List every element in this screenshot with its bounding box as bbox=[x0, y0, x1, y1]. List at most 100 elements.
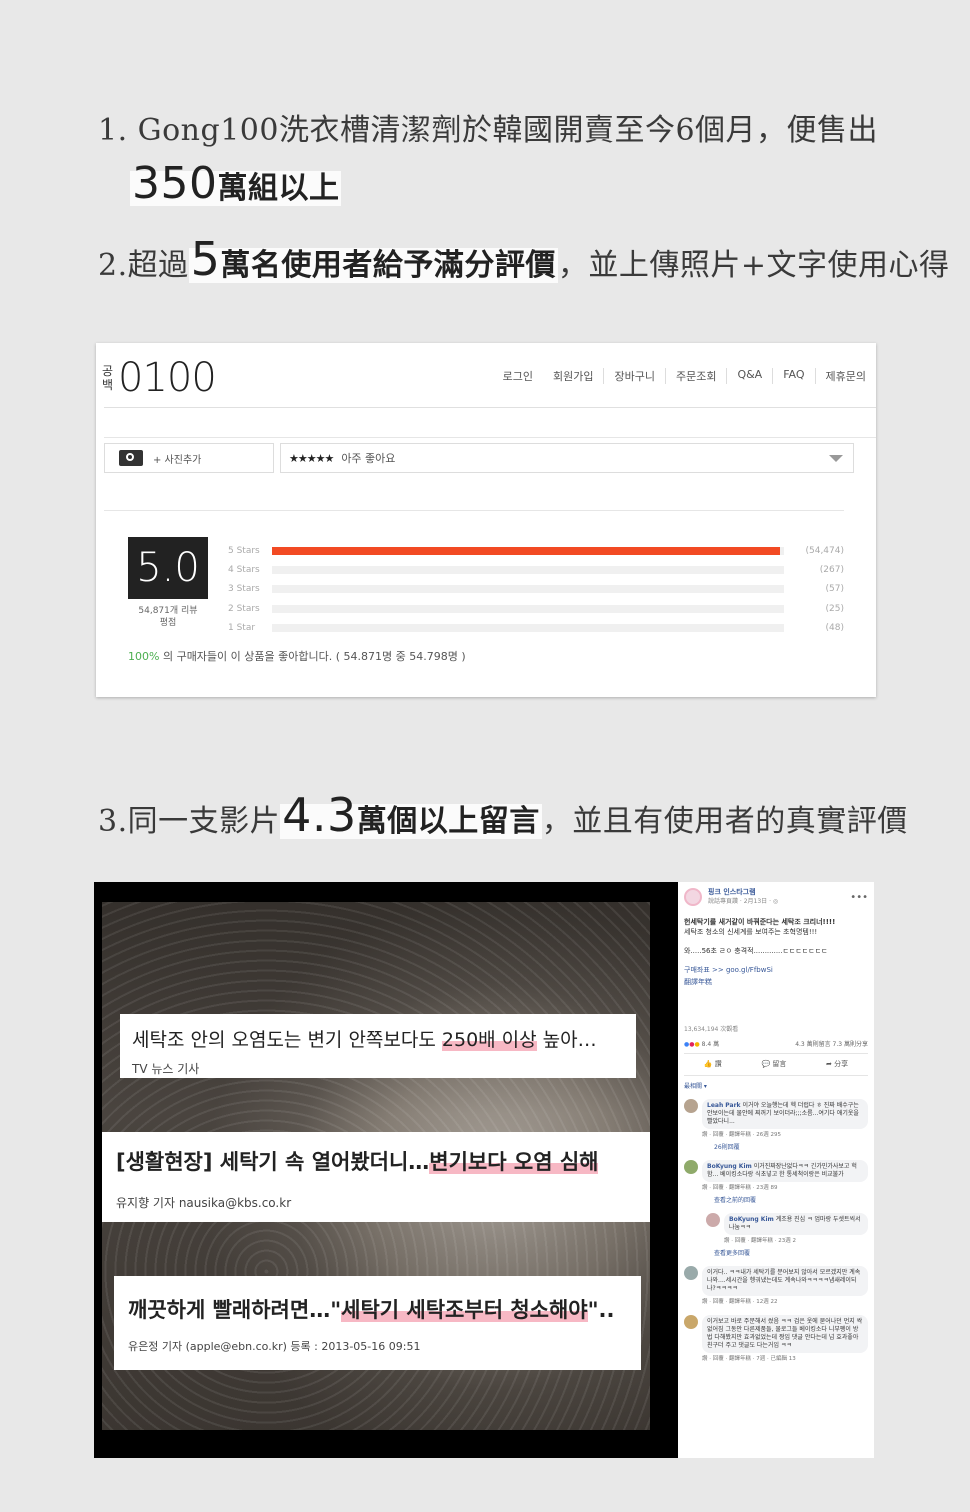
headline-2-number: 5 bbox=[190, 232, 221, 286]
avatar[interactable] bbox=[684, 1315, 698, 1329]
rating-bar-count: (57) bbox=[825, 584, 844, 595]
headline-1-highlight: 350萬組以上 bbox=[130, 158, 342, 209]
headline-2: 2.超過5萬名使用者給予滿分評價，並上傳照片+文字使用心得 bbox=[98, 232, 950, 286]
video-post-screenshot: 세탁조 안의 오염도는 변기 안쪽보다도 250배 이상 높아… TV 뉴스 기… bbox=[94, 882, 874, 1458]
rating-bar-label: 2 Stars bbox=[228, 603, 260, 614]
rating-summary: 5.0 54,871개 리뷰 평점 5 Stars (54,474) 4 Stars… bbox=[104, 510, 844, 670]
page-name[interactable]: 핑크 인스타그램 bbox=[708, 888, 778, 897]
like-button[interactable]: 👍 讚 bbox=[704, 1060, 722, 1069]
news-card-2: [생활현장] 세탁기 속 열어봤더니…변기보다 오염 심해 유지향 기자 nau… bbox=[102, 1132, 650, 1222]
rating-bar-label: 1 Star bbox=[228, 623, 256, 634]
view-more-replies-link[interactable]: 查看更多回覆 bbox=[714, 1249, 868, 1258]
share-icon: ➦ bbox=[826, 1060, 832, 1068]
comment-item: 이거다.. ㅋㅋ내가 세탁기를 분어보지 않아서 모르겠지만 계속나와....세… bbox=[684, 1266, 868, 1296]
headline-3-highlight: 萬個以上留言 bbox=[356, 804, 540, 839]
rating-bar-label: 5 Stars bbox=[228, 545, 260, 556]
wow-react-icon: ● bbox=[694, 1041, 700, 1048]
news-card-2-source: 유지향 기자 nausika@kbs.co.kr bbox=[116, 1196, 292, 1210]
nav-login[interactable]: 로그인 bbox=[493, 368, 543, 384]
news-card-3: 깨끗하게 빨래하려면…"세탁기 세탁조부터 청소해야".. 유은정 기자 (ap… bbox=[114, 1276, 641, 1370]
thumbs-up-icon: 👍 bbox=[703, 1060, 713, 1068]
rating-bar-count: (267) bbox=[819, 565, 844, 576]
rating-bar-row: 5 Stars (54,474) bbox=[228, 541, 848, 560]
news-card-3-source: 유은정 기자 (apple@ebn.co.kr) 등록 : 2013-05-16… bbox=[128, 1340, 421, 1353]
comment-icon: 💬 bbox=[761, 1060, 771, 1068]
headline-2-suffix: ，並上傳照片+文字使用心得 bbox=[557, 248, 950, 283]
top-nav: 로그인 회원가입 장바구니 주문조회 Q&A FAQ 제휴문의 bbox=[493, 368, 876, 384]
avatar[interactable] bbox=[684, 1160, 698, 1174]
page-avatar[interactable] bbox=[684, 888, 702, 906]
shop-logo[interactable]: 공 백 0100 bbox=[102, 355, 217, 401]
share-button[interactable]: ➦ 分享 bbox=[826, 1060, 848, 1069]
nav-orders[interactable]: 주문조회 bbox=[664, 368, 726, 384]
headline-1-highlight-text: 萬組以上 bbox=[217, 171, 340, 206]
view-count: 13,634,194 次觀看 bbox=[684, 1026, 739, 1033]
divider bbox=[104, 437, 876, 438]
review-count-label: 54,871개 리뷰 평점 bbox=[138, 606, 198, 628]
rating-bar-row: 4 Stars (267) bbox=[228, 560, 848, 579]
avatar[interactable] bbox=[684, 1099, 698, 1113]
reactions-bar: ●●● 8.4 萬 4.3 萬則留言 7.3 萬則分享 bbox=[684, 1040, 868, 1054]
translate-link[interactable]: 翻譯年糕 bbox=[684, 978, 868, 987]
headline-1-text: 1. Gong100洗衣槽清潔劑於韓國開賣至今6個月，便售出 bbox=[98, 113, 879, 148]
avatar[interactable] bbox=[706, 1213, 720, 1227]
comment-item: 이거보고 바로 주문해서 썼음 ㅋㅋ 검은 옷에 묻어나던 먼지 싹없어짐 그동… bbox=[684, 1315, 868, 1353]
view-previous-replies-link[interactable]: 查看之前的回覆 bbox=[714, 1196, 868, 1205]
nav-qna[interactable]: Q&A bbox=[726, 368, 772, 384]
rating-bar-track bbox=[272, 585, 784, 594]
headline-3-suffix: ，並且有使用者的真實評價 bbox=[541, 804, 908, 839]
headline-3-prefix: 3.同一支影片 bbox=[98, 804, 281, 839]
headline-2-highlight: 萬名使用者給予滿分評價 bbox=[220, 248, 556, 283]
avatar[interactable] bbox=[684, 1266, 698, 1280]
rating-bar-row: 2 Stars (25) bbox=[228, 599, 848, 618]
comment-item: BoKyung Kim 이거진짜장난없다ㅋㅋ 긴가민가사보고 헉함... 베이킹… bbox=[684, 1160, 868, 1182]
nav-faq[interactable]: FAQ bbox=[772, 368, 814, 384]
rating-bar-count: (48) bbox=[825, 623, 844, 634]
logo-number: 0100 bbox=[118, 355, 217, 401]
comment-sort[interactable]: 最相關 ▾ bbox=[684, 1082, 868, 1091]
comment-item: Leah Park 이거야 오늘행는데 헥 더럽다 ㅎ 진짜 배수구는 안보이는… bbox=[684, 1099, 868, 1129]
rating-select[interactable]: ★★★★★ 아주 좋아요 bbox=[280, 443, 854, 473]
rating-bar-fill bbox=[272, 546, 781, 555]
news-card-1: 세탁조 안의 오염도는 변기 안쪽보다도 250배 이상 높아… TV 뉴스 기… bbox=[120, 1014, 636, 1078]
add-photo-button[interactable]: + 사진추가 bbox=[104, 443, 274, 473]
headline-2-prefix: 2.超過 bbox=[98, 248, 189, 283]
rating-bar-track bbox=[272, 624, 784, 633]
rating-bar-row: 1 Star (48) bbox=[228, 619, 848, 638]
news-card-1-source: TV 뉴스 기사 bbox=[132, 1062, 200, 1076]
nav-cart[interactable]: 장바구니 bbox=[603, 368, 664, 384]
post-actions: 👍 讚 💬 留言 ➦ 分享 bbox=[684, 1060, 868, 1076]
reply-item: BoKyung Kim 계조용 진심 ㅋ 엄마랑 두셋트씩서 나눔ㅋㅋ bbox=[706, 1213, 868, 1235]
rating-bar-label: 3 Stars bbox=[228, 584, 260, 595]
post-body: 헌세탁기를 새거같이 바꿔준다는 세탁조 크리너!!!! 세탁조 청소의 신세계… bbox=[684, 918, 868, 987]
satisfaction-percent: 100% bbox=[128, 650, 160, 663]
rating-bar-track bbox=[272, 566, 784, 575]
post-meta: 說話專頁讚 · 2月13日 · ◎ bbox=[708, 898, 779, 905]
rating-bar-track bbox=[272, 604, 784, 613]
headline-3-number: 4.3 bbox=[282, 788, 357, 842]
headline-1: 1. Gong100洗衣槽清潔劑於韓國開賣至今6個月，便售出 bbox=[98, 105, 878, 149]
view-replies-link[interactable]: 26則回覆 bbox=[714, 1143, 868, 1152]
add-photo-label: + 사진추가 bbox=[153, 454, 202, 466]
facebook-post: 핑크 인스타그램 說話專頁讚 · 2月13日 · ◎ ••• 헌세탁기를 새거같… bbox=[678, 882, 874, 1458]
rating-bar-row: 3 Stars (57) bbox=[228, 580, 848, 599]
camera-icon bbox=[119, 450, 143, 466]
rating-bar-track bbox=[272, 546, 784, 555]
video-player[interactable]: 세탁조 안의 오염도는 변기 안쪽보다도 250배 이상 높아… TV 뉴스 기… bbox=[102, 902, 650, 1430]
more-icon[interactable]: ••• bbox=[850, 892, 868, 902]
review-screenshot: 공 백 0100 로그인 회원가입 장바구니 주문조회 Q&A FAQ 제휴문의… bbox=[96, 343, 876, 697]
comment-button[interactable]: 💬 留言 bbox=[761, 1060, 786, 1069]
nav-signup[interactable]: 회원가입 bbox=[543, 368, 603, 384]
rating-bar-count: (54,474) bbox=[805, 545, 844, 556]
rating-bar-count: (25) bbox=[825, 603, 844, 614]
nav-partnership[interactable]: 제휴문의 bbox=[814, 368, 876, 384]
rating-bar-label: 4 Stars bbox=[228, 565, 260, 576]
average-score: 5.0 bbox=[128, 537, 208, 599]
satisfaction-text: 100% 의 구매자들이 이 상품을 좋아합니다. ( 54.871명 중 54… bbox=[128, 650, 466, 663]
divider bbox=[104, 407, 876, 408]
rating-select-value: 아주 좋아요 bbox=[341, 452, 396, 465]
headline-3: 3.同一支影片4.3萬個以上留言，並且有使用者的真實評價 bbox=[98, 788, 908, 842]
star-rating-icon: ★★★★★ bbox=[289, 451, 334, 465]
headline-1-number: 350 bbox=[132, 158, 218, 209]
rating-bars: 5 Stars (54,474) 4 Stars (267) 3 Stars (57) 2 … bbox=[228, 541, 848, 638]
